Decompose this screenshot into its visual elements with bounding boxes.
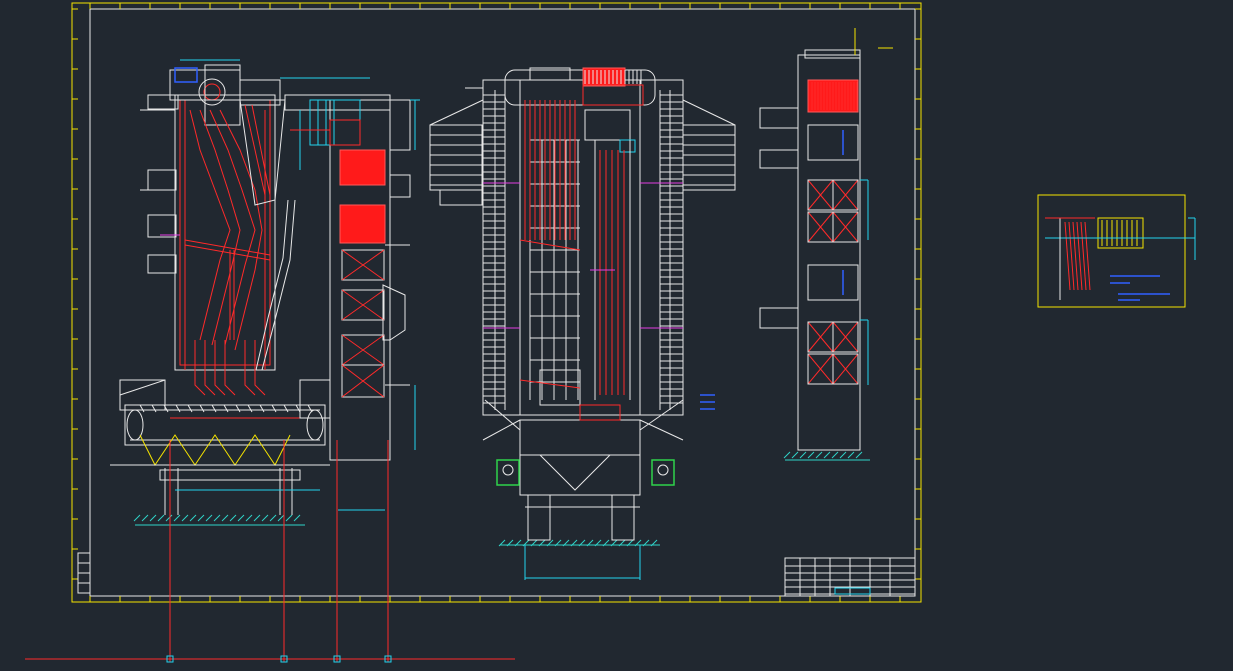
superheater-block-1	[339, 149, 386, 186]
front-elevation-view	[429, 67, 736, 580]
revision-column	[77, 552, 91, 594]
rear-elevation-view	[759, 28, 893, 461]
grid-axis-lines	[25, 440, 515, 663]
detail-inset	[1037, 194, 1196, 308]
superheater-block-2	[339, 204, 386, 244]
right-fan	[651, 459, 675, 486]
left-fan	[496, 459, 520, 486]
boiler-cad-drawing	[25, 2, 1196, 663]
side-elevation-view	[110, 59, 420, 526]
title-block	[784, 557, 916, 597]
